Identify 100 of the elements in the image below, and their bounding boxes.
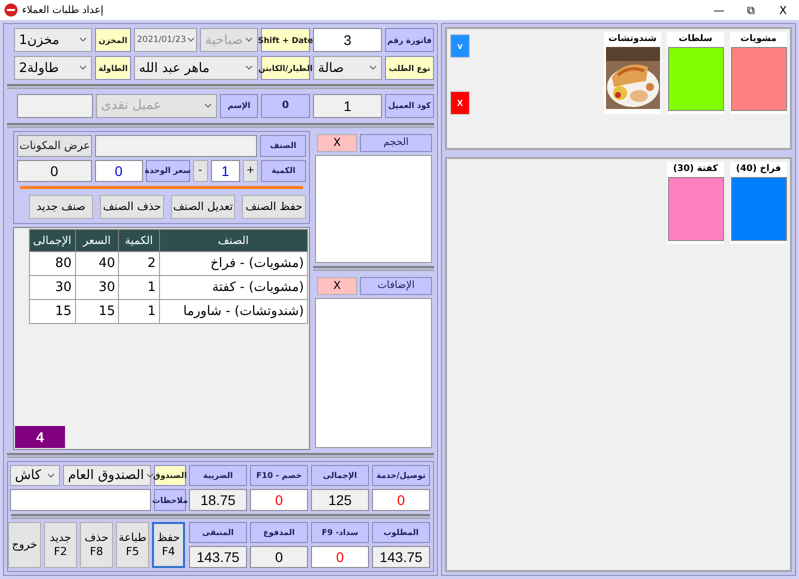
additions-list[interactable]	[315, 298, 432, 448]
item-action-button[interactable]: حذف الصنف	[100, 194, 164, 219]
total-field[interactable]: 0	[372, 489, 430, 512]
caret-icon	[245, 37, 253, 43]
category-tile[interactable]: سلطات	[667, 32, 724, 114]
table-cell: 15	[29, 299, 76, 324]
action-button[interactable]: خروج	[8, 522, 41, 568]
payment-dropdown[interactable]: كاش	[10, 465, 60, 486]
table-cell: 30	[29, 275, 76, 300]
customer-code-field: 1	[313, 94, 382, 118]
store-dropdown[interactable]: مخزن1	[14, 28, 92, 52]
table-cell: 80	[29, 251, 76, 276]
column-header: الإجمالى	[29, 229, 76, 252]
item-label: كفتة (30)	[673, 164, 718, 174]
line-total-field: 0	[16, 160, 92, 182]
table-cell: (مشويات) - كفتة	[159, 275, 308, 300]
input-field[interactable]	[17, 94, 93, 118]
total-field: 0	[250, 546, 308, 568]
total-field: 125	[311, 489, 369, 512]
additions-header: الإضافات	[360, 276, 432, 295]
caret-icon	[369, 65, 377, 71]
item-tile[interactable]: فراخ (40)	[730, 162, 787, 244]
name-label: الإسم	[220, 94, 258, 118]
store-label: المخزن	[95, 28, 131, 52]
item-count-badge: 4	[15, 426, 65, 448]
caret-icon	[146, 472, 154, 479]
category-tile[interactable]: مشويات	[730, 32, 787, 114]
table-label: الطاولة	[95, 56, 131, 80]
table-cell: (مشويات) - فراخ	[159, 251, 308, 276]
show-components-button[interactable]: عرض المكونات	[16, 134, 92, 157]
driver-label: الطيار/الكابتن	[261, 56, 310, 80]
total-label: الضريبة	[189, 465, 247, 486]
total-label: توصيل/خدمة	[372, 465, 430, 486]
total-label: المدفوع	[250, 522, 308, 544]
customer-code-label: كود العميل	[385, 94, 434, 118]
unit-price-label: سعر الوحدة	[146, 160, 190, 182]
total-field: 143.75	[189, 546, 247, 568]
table-cell: 40	[75, 251, 119, 276]
close-button[interactable]: X	[767, 4, 799, 16]
caret-icon	[204, 102, 212, 109]
caret-icon	[187, 37, 195, 43]
table-cell: 2	[118, 251, 160, 276]
item-action-button[interactable]: حفظ الصنف	[242, 194, 306, 219]
item-action-button[interactable]: تعديل الصنف	[171, 194, 235, 219]
category-label: سلطات	[678, 34, 712, 44]
notes-field[interactable]	[10, 489, 151, 512]
close-button[interactable]: X	[450, 91, 470, 115]
driver-dropdown[interactable]: ماهر عبد الله	[134, 56, 258, 80]
table-cell: 1	[118, 299, 160, 324]
app-icon	[4, 3, 18, 17]
order-type-dropdown[interactable]: صالة	[313, 56, 382, 80]
total-label: سداد- F9	[311, 522, 369, 544]
size-header: الحجم	[360, 134, 432, 152]
minimize-button[interactable]: —	[703, 4, 735, 16]
table-cell: 30	[75, 275, 119, 300]
notes-label: ملاحظات	[154, 489, 186, 512]
total-label: المطلوب	[372, 522, 430, 544]
restore-button[interactable]: ⧉	[735, 4, 767, 16]
clear-button[interactable]: X	[317, 134, 357, 152]
category-label: مشويات	[740, 34, 777, 44]
total-label: المتبقى	[189, 522, 247, 544]
total-label: الإجمالى	[311, 465, 369, 486]
item-action-button[interactable]: صنف جديد	[29, 194, 93, 219]
column-header: الصنف	[159, 229, 308, 252]
table-cell: 1	[118, 275, 160, 300]
table-cell: (شندوتشات) - شاورما	[159, 299, 308, 324]
invoice-number-field: 3	[313, 28, 382, 52]
order-type-label: نوع الطلب	[385, 56, 434, 80]
total-field: 18.75	[189, 489, 247, 512]
customer-id-label: 0	[261, 94, 310, 118]
date-picker[interactable]: 2021/01/23	[134, 28, 197, 52]
table-cell: 15	[75, 299, 119, 324]
caret-icon	[79, 37, 87, 43]
category-label: شندوتشات	[608, 34, 657, 44]
total-field[interactable]: 0	[250, 489, 308, 512]
total-label: خصم - F10	[250, 465, 308, 486]
cashbox-dropdown[interactable]: الصندوق العام	[63, 465, 151, 486]
quantity-field[interactable]: 1	[210, 160, 240, 182]
cashbox-label: الصندوق	[154, 465, 186, 486]
item-field[interactable]	[95, 134, 258, 157]
size-list[interactable]	[315, 154, 432, 263]
quantity-label: الكمية	[260, 160, 306, 182]
unit-price-field[interactable]: 0	[94, 160, 143, 182]
item-label: فراخ (40)	[736, 164, 781, 174]
total-field: 143.75	[372, 546, 430, 568]
caret-icon	[245, 65, 253, 71]
decrease-button[interactable]: -	[192, 160, 208, 182]
table-dropdown[interactable]: طاولة2	[14, 56, 92, 80]
window-title: إعداد طلبات العملاء	[22, 4, 104, 16]
category-tile[interactable]: شندوتشات	[604, 32, 661, 114]
caret-icon	[79, 65, 87, 71]
column-header: السعر	[75, 229, 119, 252]
clear-button[interactable]: X	[317, 276, 357, 295]
invoice-label: فاتورة رقم	[385, 28, 434, 52]
caret-icon	[47, 472, 55, 479]
item-tile[interactable]: كفتة (30)	[667, 162, 724, 244]
column-header: الكمية	[118, 229, 160, 252]
item-label: الصنف	[260, 134, 306, 157]
total-field[interactable]: 0	[311, 546, 369, 568]
increase-button[interactable]: +	[243, 160, 258, 182]
